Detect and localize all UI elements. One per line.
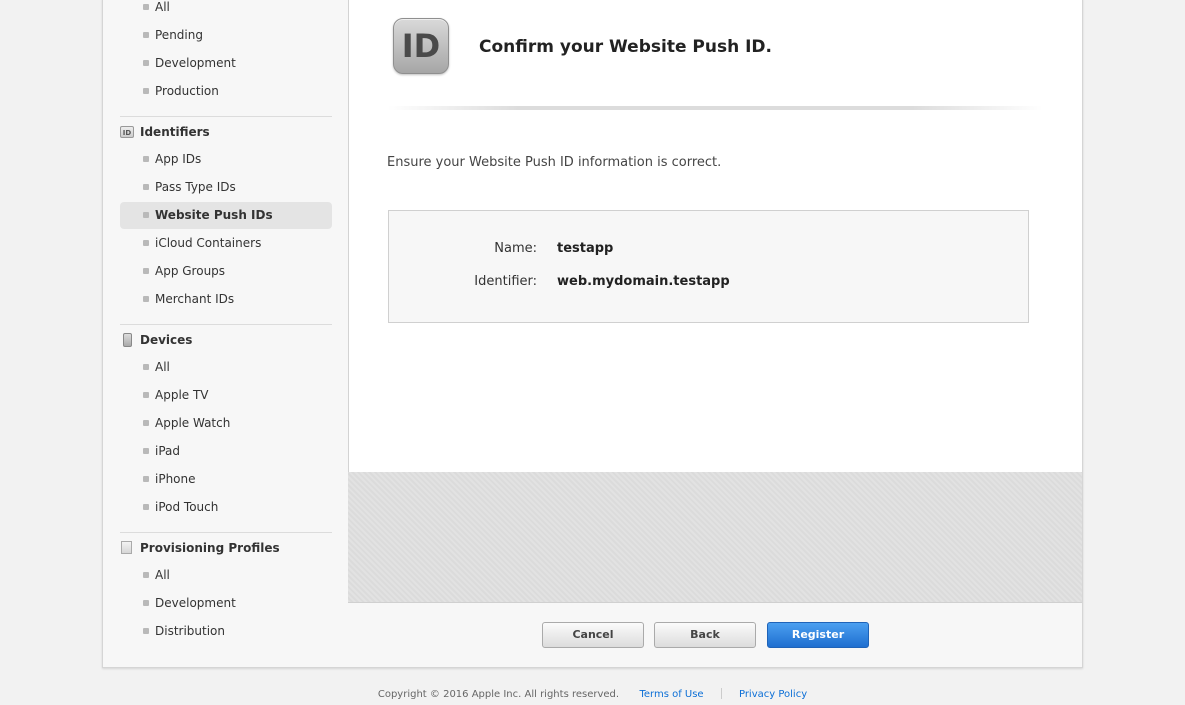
sidebar-item-label: Distribution bbox=[155, 624, 226, 638]
sidebar-item-label: iPad bbox=[155, 444, 181, 458]
footer-separator bbox=[720, 688, 722, 699]
section-title: Devices bbox=[140, 333, 193, 347]
title-divider bbox=[388, 106, 1043, 110]
sidebar-item-certificates-production[interactable]: Production bbox=[120, 78, 332, 105]
name-value: testapp bbox=[557, 241, 614, 256]
bullet-icon bbox=[143, 268, 149, 274]
bullet-icon bbox=[143, 476, 149, 482]
sidebar-item-icloud-containers[interactable]: iCloud Containers bbox=[120, 230, 332, 257]
bullet-icon bbox=[143, 420, 149, 426]
sidebar-item-website-push-ids[interactable]: Website Push IDs bbox=[120, 202, 332, 229]
bullet-icon bbox=[143, 600, 149, 606]
sidebar-item-certificates-development[interactable]: Development bbox=[120, 50, 332, 77]
sidebar-section-devices: Devices bbox=[120, 328, 332, 352]
sidebar-item-label: All bbox=[155, 0, 170, 14]
sidebar-item-certificates-pending[interactable]: Pending bbox=[120, 22, 332, 49]
sidebar-item-pass-type-ids[interactable]: Pass Type IDs bbox=[120, 174, 332, 201]
sidebar-item-label: Merchant IDs bbox=[155, 292, 235, 306]
sidebar-item-app-ids[interactable]: App IDs bbox=[120, 146, 332, 173]
sidebar-item-profiles-distribution[interactable]: Distribution bbox=[120, 618, 332, 645]
identifier-label: Identifier: bbox=[474, 274, 537, 289]
sidebar-section-provisioning-profiles: Provisioning Profiles bbox=[120, 536, 332, 560]
bullet-icon bbox=[143, 296, 149, 302]
sidebar-item-label: Apple TV bbox=[155, 388, 209, 402]
cancel-button[interactable]: Cancel bbox=[542, 622, 644, 648]
copyright-text: Copyright © 2016 Apple Inc. All rights r… bbox=[377, 689, 620, 700]
id-badge-icon: ID bbox=[120, 126, 134, 138]
pattern-band bbox=[348, 472, 1082, 603]
terms-of-use-link[interactable]: Terms of Use bbox=[639, 689, 703, 700]
sidebar-item-profiles-development[interactable]: Development bbox=[120, 590, 332, 617]
sidebar-item-ipod-touch[interactable]: iPod Touch bbox=[120, 494, 332, 521]
bullet-icon bbox=[143, 448, 149, 454]
sidebar-section-identifiers: ID Identifiers bbox=[120, 120, 332, 144]
sidebar-item-profiles-all[interactable]: All bbox=[120, 562, 332, 589]
sidebar-item-label: Development bbox=[155, 596, 236, 610]
identifier-value: web.mydomain.testapp bbox=[557, 274, 730, 289]
sidebar-item-ipad[interactable]: iPad bbox=[120, 438, 332, 465]
sidebar-item-label: Production bbox=[155, 84, 219, 98]
instruction-text: Ensure your Website Push ID information … bbox=[387, 155, 722, 170]
sidebar-divider bbox=[120, 324, 332, 325]
bullet-icon bbox=[143, 240, 149, 246]
confirmation-details: Name: testapp Identifier: web.mydomain.t… bbox=[388, 210, 1029, 323]
sidebar-item-label: Apple Watch bbox=[155, 416, 231, 430]
bullet-icon bbox=[143, 572, 149, 578]
sidebar-item-label: App Groups bbox=[155, 264, 226, 278]
bullet-icon bbox=[143, 392, 149, 398]
bullet-icon bbox=[143, 60, 149, 66]
sidebar-item-merchant-ids[interactable]: Merchant IDs bbox=[120, 286, 332, 313]
device-icon bbox=[123, 333, 132, 347]
back-button[interactable]: Back bbox=[654, 622, 756, 648]
bullet-icon bbox=[143, 628, 149, 634]
page-footer: Copyright © 2016 Apple Inc. All rights r… bbox=[0, 688, 1185, 700]
section-title: Identifiers bbox=[140, 125, 210, 139]
main-panel: All Pending Development Production ID Id… bbox=[102, 0, 1083, 668]
bullet-icon bbox=[143, 88, 149, 94]
sidebar-item-app-groups[interactable]: App Groups bbox=[120, 258, 332, 285]
website-push-id-icon: ID bbox=[393, 18, 449, 74]
sidebar-divider bbox=[120, 116, 332, 117]
bullet-icon bbox=[143, 212, 149, 218]
document-icon bbox=[121, 541, 132, 554]
sidebar-item-label: iPhone bbox=[155, 472, 196, 486]
sidebar-item-certificates-all[interactable]: All bbox=[120, 0, 332, 21]
sidebar-item-label: Pass Type IDs bbox=[155, 180, 236, 194]
sidebar: All Pending Development Production ID Id… bbox=[103, 0, 349, 667]
sidebar-item-apple-tv[interactable]: Apple TV bbox=[120, 382, 332, 409]
sidebar-item-devices-all[interactable]: All bbox=[120, 354, 332, 381]
bullet-icon bbox=[143, 156, 149, 162]
sidebar-item-label: iCloud Containers bbox=[155, 236, 262, 250]
bullet-icon bbox=[143, 32, 149, 38]
page-title: Confirm your Website Push ID. bbox=[479, 37, 773, 57]
sidebar-item-label: iPod Touch bbox=[155, 500, 219, 514]
bullet-icon bbox=[143, 184, 149, 190]
bullet-icon bbox=[143, 504, 149, 510]
sidebar-divider bbox=[120, 532, 332, 533]
sidebar-item-apple-watch[interactable]: Apple Watch bbox=[120, 410, 332, 437]
privacy-policy-link[interactable]: Privacy Policy bbox=[739, 689, 807, 700]
bullet-icon bbox=[143, 364, 149, 370]
sidebar-item-label: Pending bbox=[155, 28, 203, 42]
sidebar-item-iphone[interactable]: iPhone bbox=[120, 466, 332, 493]
register-button[interactable]: Register bbox=[767, 622, 869, 648]
sidebar-item-label: App IDs bbox=[155, 152, 202, 166]
sidebar-item-label: All bbox=[155, 360, 170, 374]
name-label: Name: bbox=[494, 241, 537, 256]
section-title: Provisioning Profiles bbox=[140, 541, 280, 555]
bullet-icon bbox=[143, 4, 149, 10]
sidebar-item-label: All bbox=[155, 568, 170, 582]
sidebar-item-label: Website Push IDs bbox=[155, 208, 273, 222]
sidebar-item-label: Development bbox=[155, 56, 236, 70]
